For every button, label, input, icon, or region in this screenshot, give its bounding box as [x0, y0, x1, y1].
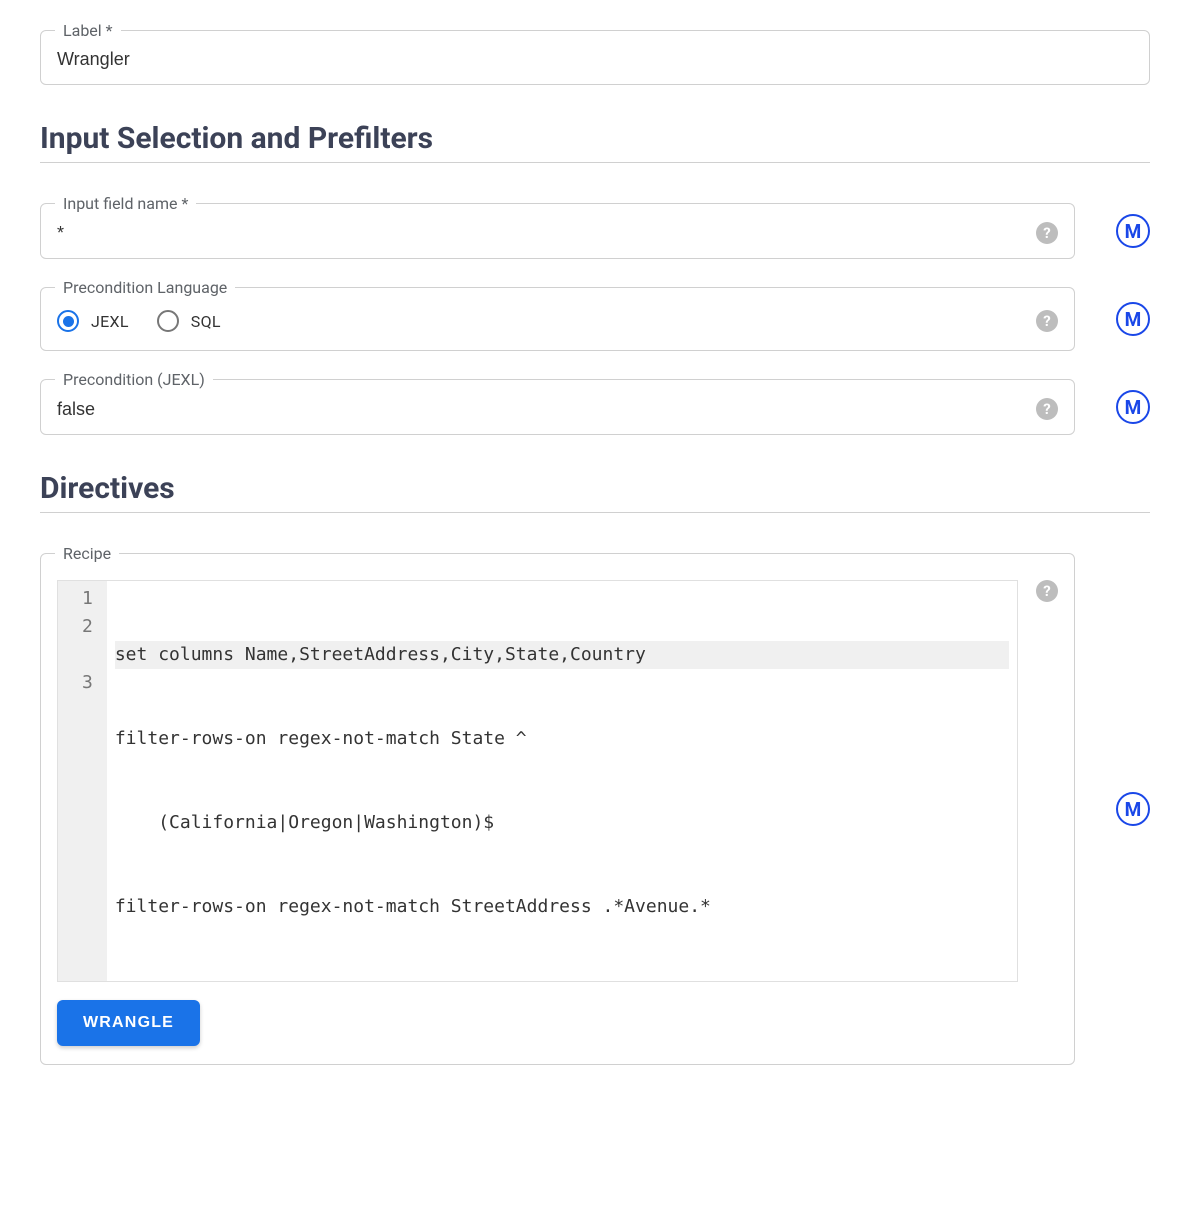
macro-icon[interactable]: M — [1116, 302, 1150, 336]
section-directives-title: Directives — [40, 471, 1150, 506]
macro-icon[interactable]: M — [1116, 390, 1150, 424]
code-line: filter-rows-on regex-not-match StreetAdd… — [115, 893, 1009, 921]
macro-icon[interactable]: M — [1116, 214, 1150, 248]
recipe-code-editor[interactable]: 1 2 3 set columns Name,StreetAddress,Cit… — [57, 580, 1018, 982]
code-line: set columns Name,StreetAddress,City,Stat… — [115, 641, 1009, 669]
precondition-language-legend: Precondition Language — [55, 278, 235, 297]
code-line-wrap: (California|Oregon|Washington)$ — [115, 809, 1009, 837]
help-icon[interactable]: ? — [1036, 398, 1058, 420]
help-icon[interactable]: ? — [1036, 580, 1058, 602]
radio-jexl-indicator — [57, 310, 79, 332]
precondition-jexl-input[interactable] — [57, 399, 1028, 420]
section-divider — [40, 512, 1150, 513]
macro-icon[interactable]: M — [1116, 792, 1150, 826]
gutter-line: 1 — [82, 585, 93, 613]
precondition-jexl-fieldset: Precondition (JEXL) ? — [40, 379, 1075, 435]
wrangle-button[interactable]: WRANGLE — [57, 1000, 200, 1046]
radio-jexl-label: JEXL — [91, 312, 129, 331]
code-line: filter-rows-on regex-not-match State ^ — [115, 725, 1009, 753]
radio-jexl[interactable]: JEXL — [57, 310, 129, 332]
radio-sql-indicator — [157, 310, 179, 332]
recipe-fieldset: Recipe 1 2 3 set columns Name,StreetAddr… — [40, 553, 1075, 1065]
input-field-name-input[interactable] — [57, 223, 1028, 244]
label-legend: Label * — [55, 21, 121, 40]
label-input[interactable] — [57, 49, 1133, 70]
input-field-name-fieldset: Input field name * ? — [40, 203, 1075, 259]
section-input-selection-title: Input Selection and Prefilters — [40, 121, 1150, 156]
help-icon[interactable]: ? — [1036, 222, 1058, 244]
radio-sql[interactable]: SQL — [157, 310, 221, 332]
precondition-jexl-legend: Precondition (JEXL) — [55, 370, 213, 389]
radio-sql-label: SQL — [191, 312, 221, 331]
recipe-legend: Recipe — [55, 544, 119, 563]
label-fieldset: Label * — [40, 30, 1150, 85]
section-divider — [40, 162, 1150, 163]
code-gutter: 1 2 3 — [58, 581, 107, 981]
gutter-line: 2 — [82, 613, 93, 641]
precondition-language-fieldset: Precondition Language JEXL SQL ? — [40, 287, 1075, 351]
help-icon[interactable]: ? — [1036, 310, 1058, 332]
gutter-line: 3 — [82, 669, 93, 697]
gutter-line-blank — [82, 641, 93, 669]
code-content[interactable]: set columns Name,StreetAddress,City,Stat… — [107, 581, 1017, 981]
input-field-name-legend: Input field name * — [55, 194, 196, 213]
